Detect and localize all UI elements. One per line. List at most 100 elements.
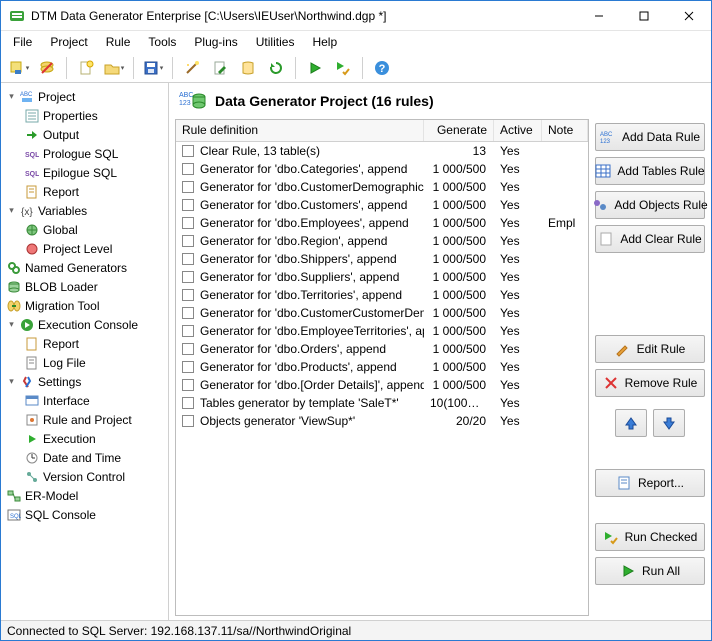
expander-icon[interactable]: ▾ — [7, 92, 16, 101]
toolbar-run-checked-icon[interactable] — [331, 56, 355, 80]
row-checkbox[interactable] — [182, 181, 194, 193]
project-tree[interactable]: ▾ ABC Project Properties Output SQLProlo… — [1, 83, 169, 620]
tree-blob-loader[interactable]: BLOB Loader — [3, 277, 166, 296]
tree-settings[interactable]: ▾ Settings — [3, 372, 166, 391]
menu-file[interactable]: File — [5, 33, 40, 51]
row-checkbox[interactable] — [182, 217, 194, 229]
menu-project[interactable]: Project — [42, 33, 95, 51]
move-up-button[interactable] — [615, 409, 647, 437]
table-row[interactable]: Generator for 'dbo.Territories', append1… — [176, 286, 588, 304]
add-data-rule-button[interactable]: ABC123Add Data Rule — [595, 123, 705, 151]
row-checkbox[interactable] — [182, 325, 194, 337]
row-checkbox[interactable] — [182, 235, 194, 247]
table-row[interactable]: Clear Rule, 13 table(s)13Yes — [176, 142, 588, 160]
menu-plugins[interactable]: Plug-ins — [186, 33, 245, 51]
table-row[interactable]: Generator for 'dbo.Categories', append1 … — [176, 160, 588, 178]
col-generate[interactable]: Generate — [424, 120, 494, 141]
row-checkbox[interactable] — [182, 307, 194, 319]
col-active[interactable]: Active — [494, 120, 542, 141]
table-row[interactable]: Generator for 'dbo.CustomerDemographics'… — [176, 178, 588, 196]
row-checkbox[interactable] — [182, 361, 194, 373]
tree-global[interactable]: Global — [3, 220, 166, 239]
table-row[interactable]: Generator for 'dbo.Shippers', append1 00… — [176, 250, 588, 268]
tree-er-model[interactable]: ER-Model — [3, 486, 166, 505]
tree-report[interactable]: Report — [3, 182, 166, 201]
tree-project-level[interactable]: Project Level — [3, 239, 166, 258]
grid-body[interactable]: Clear Rule, 13 table(s)13YesGenerator fo… — [176, 142, 588, 615]
add-objects-rule-button[interactable]: Add Objects Rule — [595, 191, 705, 219]
table-row[interactable]: Generator for 'dbo.Region', append1 000/… — [176, 232, 588, 250]
tree-execution-setting[interactable]: Execution — [3, 429, 166, 448]
row-checkbox[interactable] — [182, 379, 194, 391]
close-button[interactable] — [666, 1, 711, 30]
toolbar-open-icon[interactable]: ▾ — [102, 56, 126, 80]
table-row[interactable]: Generator for 'dbo.Employees', append1 0… — [176, 214, 588, 232]
col-note[interactable]: Note — [542, 120, 588, 141]
toolbar-help-icon[interactable]: ? — [370, 56, 394, 80]
row-checkbox[interactable] — [182, 199, 194, 211]
tree-date-time[interactable]: Date and Time — [3, 448, 166, 467]
toolbar-edit-icon[interactable] — [208, 56, 232, 80]
row-checkbox[interactable] — [182, 415, 194, 427]
expander-icon[interactable]: ▾ — [7, 206, 16, 215]
row-checkbox[interactable] — [182, 271, 194, 283]
row-checkbox[interactable] — [182, 163, 194, 175]
toolbar-wand-icon[interactable] — [180, 56, 204, 80]
tree-sql-console[interactable]: SQLSQL Console — [3, 505, 166, 524]
table-row[interactable]: Generator for 'dbo.[Order Details]', app… — [176, 376, 588, 394]
run-all-button[interactable]: Run All — [595, 557, 705, 585]
toolbar-script-icon[interactable] — [236, 56, 260, 80]
toolbar-save-icon[interactable]: ▾ — [141, 56, 165, 80]
menu-tools[interactable]: Tools — [140, 33, 184, 51]
row-checkbox[interactable] — [182, 343, 194, 355]
toolbar-refresh-icon[interactable] — [264, 56, 288, 80]
tree-variables[interactable]: ▾ {x} Variables — [3, 201, 166, 220]
toolbar-disconnect-icon[interactable] — [35, 56, 59, 80]
expander-icon[interactable]: ▾ — [7, 377, 16, 386]
table-row[interactable]: Objects generator 'ViewSup*'20/20Yes — [176, 412, 588, 430]
col-rule-definition[interactable]: Rule definition — [176, 120, 424, 141]
table-row[interactable]: Generator for 'dbo.Products', append1 00… — [176, 358, 588, 376]
expander-icon[interactable]: ▾ — [7, 320, 16, 329]
tree-execution-console[interactable]: ▾ Execution Console — [3, 315, 166, 334]
remove-rule-button[interactable]: Remove Rule — [595, 369, 705, 397]
minimize-button[interactable] — [576, 1, 621, 30]
table-row[interactable]: Generator for 'dbo.CustomerCustomerDemo'… — [176, 304, 588, 322]
tree-migration-tool[interactable]: Migration Tool — [3, 296, 166, 315]
tree-prologue-sql[interactable]: SQLPrologue SQL — [3, 144, 166, 163]
table-row[interactable]: Generator for 'dbo.Orders', append1 000/… — [176, 340, 588, 358]
table-row[interactable]: Generator for 'dbo.Suppliers', append1 0… — [176, 268, 588, 286]
maximize-button[interactable] — [621, 1, 666, 30]
table-row[interactable]: Generator for 'dbo.Customers', append1 0… — [176, 196, 588, 214]
tree-version-control[interactable]: Version Control — [3, 467, 166, 486]
tree-project[interactable]: ▾ ABC Project — [3, 87, 166, 106]
menu-utilities[interactable]: Utilities — [248, 33, 303, 51]
rules-grid[interactable]: Rule definition Generate Active Note Cle… — [175, 119, 589, 616]
row-checkbox[interactable] — [182, 253, 194, 265]
menu-help[interactable]: Help — [304, 33, 345, 51]
tree-output[interactable]: Output — [3, 125, 166, 144]
tree-interface[interactable]: Interface — [3, 391, 166, 410]
menu-rule[interactable]: Rule — [98, 33, 139, 51]
table-row[interactable]: Tables generator by template 'SaleT*'10(… — [176, 394, 588, 412]
tree-exec-report[interactable]: Report — [3, 334, 166, 353]
tree-rule-project[interactable]: Rule and Project — [3, 410, 166, 429]
globe-icon — [25, 223, 39, 237]
report-button[interactable]: Report... — [595, 469, 705, 497]
tree-named-generators[interactable]: Named Generators — [3, 258, 166, 277]
toolbar-connect-icon[interactable]: ▾ — [7, 56, 31, 80]
table-row[interactable]: Generator for 'dbo.EmployeeTerritories',… — [176, 322, 588, 340]
add-tables-rule-button[interactable]: Add Tables Rule — [595, 157, 705, 185]
row-checkbox[interactable] — [182, 145, 194, 157]
add-clear-rule-button[interactable]: Add Clear Rule — [595, 225, 705, 253]
run-checked-button[interactable]: Run Checked — [595, 523, 705, 551]
toolbar-new-icon[interactable] — [74, 56, 98, 80]
row-checkbox[interactable] — [182, 397, 194, 409]
tree-epilogue-sql[interactable]: SQLEpilogue SQL — [3, 163, 166, 182]
move-down-button[interactable] — [653, 409, 685, 437]
tree-properties[interactable]: Properties — [3, 106, 166, 125]
tree-log-file[interactable]: Log File — [3, 353, 166, 372]
row-checkbox[interactable] — [182, 289, 194, 301]
toolbar-run-icon[interactable] — [303, 56, 327, 80]
edit-rule-button[interactable]: Edit Rule — [595, 335, 705, 363]
